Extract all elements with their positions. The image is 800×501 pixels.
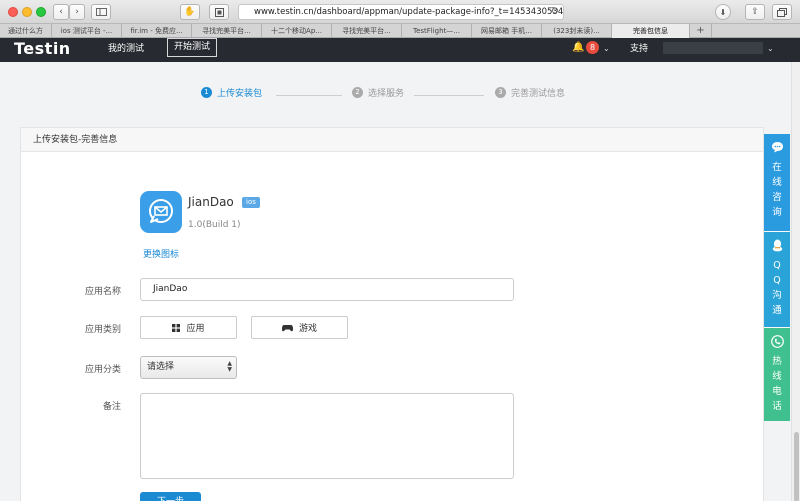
browser-toolbar: ‹ › ✋ www.testin.cn/dashboard/appman/upd…	[0, 0, 800, 24]
side-divider	[764, 327, 790, 328]
app-version: 1.0(Build 1)	[188, 220, 241, 230]
app-category-label: 应用类别	[84, 325, 121, 335]
hand-icon: ✋	[184, 7, 196, 17]
reader-icon	[214, 7, 224, 17]
sidebar-icon	[95, 8, 107, 16]
address-bar[interactable]: www.testin.cn/dashboard/appman/update-pa…	[238, 4, 564, 20]
select-value: 请选择	[147, 362, 175, 372]
app-name: JianDao	[188, 195, 234, 209]
select-arrows-icon: ▲ ▼	[227, 360, 232, 373]
forward-button[interactable]: ›	[69, 4, 85, 20]
browser-tab[interactable]: 网易邮箱 手机...	[472, 24, 542, 38]
download-icon: ⬇	[719, 7, 727, 17]
nav-start-test-button[interactable]: 开始测试	[167, 38, 217, 57]
nav-my-tests[interactable]: 我的测试	[108, 42, 144, 56]
testin-logo[interactable]: Testin	[14, 39, 71, 58]
reload-icon[interactable]: ↻	[551, 6, 559, 17]
app-header: Testin 我的测试 开始测试 🔔 8 ⌄ 支持 ⌄	[0, 38, 800, 62]
step-divider	[414, 95, 484, 96]
online-consult-label: 在线咨询	[772, 162, 782, 218]
step-label: 上传安装包	[217, 89, 263, 99]
browser-tab-bar: 通过什么方 ios 测试平台 -... fir.im - 免费应... 寻找完美平台.…	[0, 24, 800, 38]
notification-badge: 8	[586, 41, 599, 54]
tabs-overview-button[interactable]	[772, 4, 792, 20]
mail-bubble-icon	[149, 199, 173, 223]
app-classify-select[interactable]: 请选择 ▲ ▼	[140, 356, 237, 379]
extension-button[interactable]: ✋	[180, 4, 200, 20]
app-classify-label: 应用分类	[84, 365, 121, 375]
app-name-label: 应用名称	[84, 287, 121, 297]
step-divider	[276, 95, 342, 96]
progress-steps: 1 上传安装包 2 选择服务 3 完善测试信息	[0, 86, 760, 104]
bell-icon[interactable]: 🔔	[572, 42, 584, 53]
contact-sidebar: 在线咨询 QQ沟通 热线电话	[764, 134, 790, 421]
gamepad-icon	[281, 324, 293, 331]
share-button[interactable]: ⇪	[745, 4, 765, 20]
user-chevron-down-icon[interactable]: ⌄	[767, 44, 774, 53]
reader-button[interactable]	[209, 4, 229, 20]
grid-icon	[172, 323, 181, 332]
app-icon	[140, 191, 182, 233]
minimize-window-button[interactable]	[22, 7, 32, 17]
phone-icon	[770, 334, 784, 348]
remark-textarea[interactable]	[140, 393, 514, 479]
category-game-label: 游戏	[298, 324, 317, 334]
app-name-input[interactable]: JianDao	[140, 278, 514, 301]
url-text: www.testin.cn/dashboard/appman/update-pa…	[254, 7, 564, 17]
next-step-button[interactable]: 下一步	[140, 492, 201, 501]
browser-tab[interactable]: 寻找完美平台...	[332, 24, 402, 38]
step-complete-info: 3 完善测试信息	[495, 86, 565, 99]
platform-badge: ios	[242, 197, 260, 208]
downloads-button[interactable]: ⬇	[715, 4, 731, 20]
browser-tab[interactable]: TestFlight—...	[402, 24, 472, 38]
step-upload: 1 上传安装包	[201, 86, 262, 99]
browser-tab[interactable]: 完善包信息	[612, 24, 690, 38]
browser-tab[interactable]: fir.im - 免费应...	[122, 24, 192, 38]
panel-title: 上传安装包-完善信息	[21, 128, 763, 152]
chevron-down-icon[interactable]: ⌄	[603, 44, 610, 53]
nav-support[interactable]: 支持	[630, 42, 648, 56]
change-icon-link[interactable]: 更换图标	[143, 247, 179, 260]
new-tab-button[interactable]: +	[690, 24, 712, 38]
browser-tab[interactable]: (323封未读)...	[542, 24, 612, 38]
qq-contact-button[interactable]: QQ沟通	[764, 232, 790, 327]
browser-tab[interactable]: 通过什么方	[0, 24, 52, 38]
remark-label: 备注	[102, 402, 121, 412]
chevron-right-icon: ›	[75, 7, 79, 17]
chat-bubble-icon	[770, 140, 784, 154]
step-number: 3	[495, 87, 506, 98]
sidebar-button[interactable]	[91, 4, 111, 20]
hotline-button[interactable]: 热线电话	[764, 328, 790, 421]
qq-penguin-icon	[770, 238, 784, 252]
browser-tab[interactable]: 十二个移动Ap...	[262, 24, 332, 38]
close-window-button[interactable]	[8, 7, 18, 17]
online-consult-button[interactable]: 在线咨询	[764, 134, 790, 231]
qq-contact-label: QQ沟通	[772, 260, 782, 316]
user-account-menu[interactable]	[663, 42, 763, 54]
page-scrollbar[interactable]	[791, 62, 800, 501]
step-label: 完善测试信息	[511, 89, 566, 99]
scrollbar-thumb[interactable]	[794, 432, 799, 501]
package-info-panel: 上传安装包-完善信息 JianDao ios 1.0(Build 1) 更换图标…	[20, 127, 764, 501]
browser-tab[interactable]: 寻找完美平台...	[192, 24, 262, 38]
share-icon: ⇪	[751, 7, 759, 17]
side-divider	[764, 231, 790, 232]
back-button[interactable]: ‹	[53, 4, 69, 20]
category-app-button[interactable]: 应用	[140, 316, 237, 339]
category-app-label: 应用	[186, 324, 205, 334]
step-number: 2	[352, 87, 363, 98]
tabs-icon	[777, 7, 787, 17]
zoom-window-button[interactable]	[36, 7, 46, 17]
step-number: 1	[201, 87, 212, 98]
chevron-left-icon: ‹	[59, 7, 63, 17]
step-select-service: 2 选择服务	[352, 86, 404, 99]
step-label: 选择服务	[368, 89, 405, 99]
category-game-button[interactable]: 游戏	[251, 316, 348, 339]
browser-tab[interactable]: ios 测试平台 -...	[52, 24, 122, 38]
hotline-label: 热线电话	[772, 356, 782, 412]
